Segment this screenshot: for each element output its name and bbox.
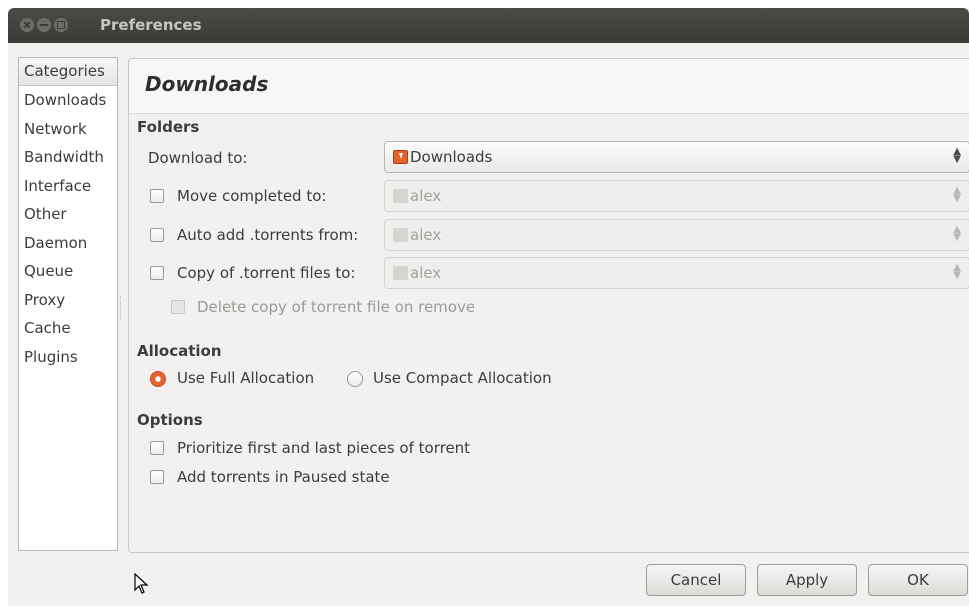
page-title: Downloads <box>145 72 269 96</box>
move-completed-value: alex <box>410 187 442 205</box>
delete-copy-checkbox[interactable] <box>171 300 185 314</box>
copy-torrent-checkbox[interactable] <box>150 266 164 280</box>
updown-arrows-icon: ▲ ▼ <box>953 224 961 243</box>
auto-add-folder-chooser[interactable]: alex ▲ ▼ <box>384 219 969 251</box>
maximize-icon[interactable] <box>54 18 68 32</box>
compact-allocation-radio[interactable] <box>347 371 363 387</box>
close-icon[interactable] <box>20 18 34 32</box>
sidebar-item-daemon[interactable]: Daemon <box>19 229 117 258</box>
categories-list[interactable]: Categories Downloads Network Bandwidth I… <box>18 57 118 551</box>
mouse-cursor-icon <box>134 573 149 594</box>
sidebar-item-plugins[interactable]: Plugins <box>19 343 117 372</box>
title-bar: Preferences <box>8 8 969 43</box>
add-paused-label[interactable]: Add torrents in Paused state <box>177 468 390 486</box>
sidebar-item-queue[interactable]: Queue <box>19 257 117 286</box>
sidebar-item-other[interactable]: Other <box>19 200 117 229</box>
home-folder-icon <box>393 266 408 280</box>
updown-arrows-icon: ▲ ▼ <box>953 262 961 281</box>
minimize-icon[interactable] <box>37 18 51 32</box>
add-paused-checkbox[interactable] <box>150 470 164 484</box>
updown-arrows-icon: ▲ ▼ <box>953 185 961 204</box>
delete-copy-label[interactable]: Delete copy of torrent file on remove <box>197 298 475 316</box>
prioritize-checkbox[interactable] <box>150 441 164 455</box>
ok-button[interactable]: OK <box>868 564 968 596</box>
sidebar-item-bandwidth[interactable]: Bandwidth <box>19 143 117 172</box>
allocation-section-title: Allocation <box>137 342 222 360</box>
home-folder-icon <box>393 189 408 203</box>
updown-arrows-icon: ▲ ▼ <box>953 146 961 165</box>
move-completed-folder-chooser[interactable]: alex ▲ ▼ <box>384 180 969 212</box>
full-allocation-label[interactable]: Use Full Allocation <box>177 369 314 387</box>
home-folder-icon <box>393 228 408 242</box>
panel-header: Downloads <box>129 59 969 114</box>
cancel-button[interactable]: Cancel <box>646 564 746 596</box>
full-allocation-radio[interactable] <box>150 371 166 387</box>
copy-torrent-value: alex <box>410 264 442 282</box>
move-completed-label[interactable]: Move completed to: <box>177 187 326 205</box>
prioritize-label[interactable]: Prioritize first and last pieces of torr… <box>177 439 470 457</box>
download-to-folder-chooser[interactable]: Downloads ▲ ▼ <box>384 141 969 173</box>
sidebar-item-proxy[interactable]: Proxy <box>19 286 117 315</box>
copy-torrent-label[interactable]: Copy of .torrent files to: <box>177 264 356 282</box>
auto-add-label[interactable]: Auto add .torrents from: <box>177 226 358 244</box>
auto-add-value: alex <box>410 226 442 244</box>
categories-header[interactable]: Categories <box>19 58 117 86</box>
download-to-value: Downloads <box>410 148 493 166</box>
sidebar-item-downloads[interactable]: Downloads <box>19 86 117 115</box>
auto-add-checkbox[interactable] <box>150 228 164 242</box>
folders-section-title: Folders <box>137 118 200 136</box>
options-section-title: Options <box>137 411 203 429</box>
sidebar-item-interface[interactable]: Interface <box>19 172 117 201</box>
compact-allocation-label[interactable]: Use Compact Allocation <box>373 369 552 387</box>
downloads-folder-icon <box>393 150 408 164</box>
sidebar-item-network[interactable]: Network <box>19 115 117 144</box>
sidebar-item-cache[interactable]: Cache <box>19 314 117 343</box>
pane-resize-handle[interactable] <box>120 296 124 320</box>
download-to-label: Download to: <box>148 149 248 167</box>
move-completed-checkbox[interactable] <box>150 189 164 203</box>
copy-torrent-folder-chooser[interactable]: alex ▲ ▼ <box>384 257 969 289</box>
window-title: Preferences <box>100 16 202 34</box>
apply-button[interactable]: Apply <box>757 564 857 596</box>
